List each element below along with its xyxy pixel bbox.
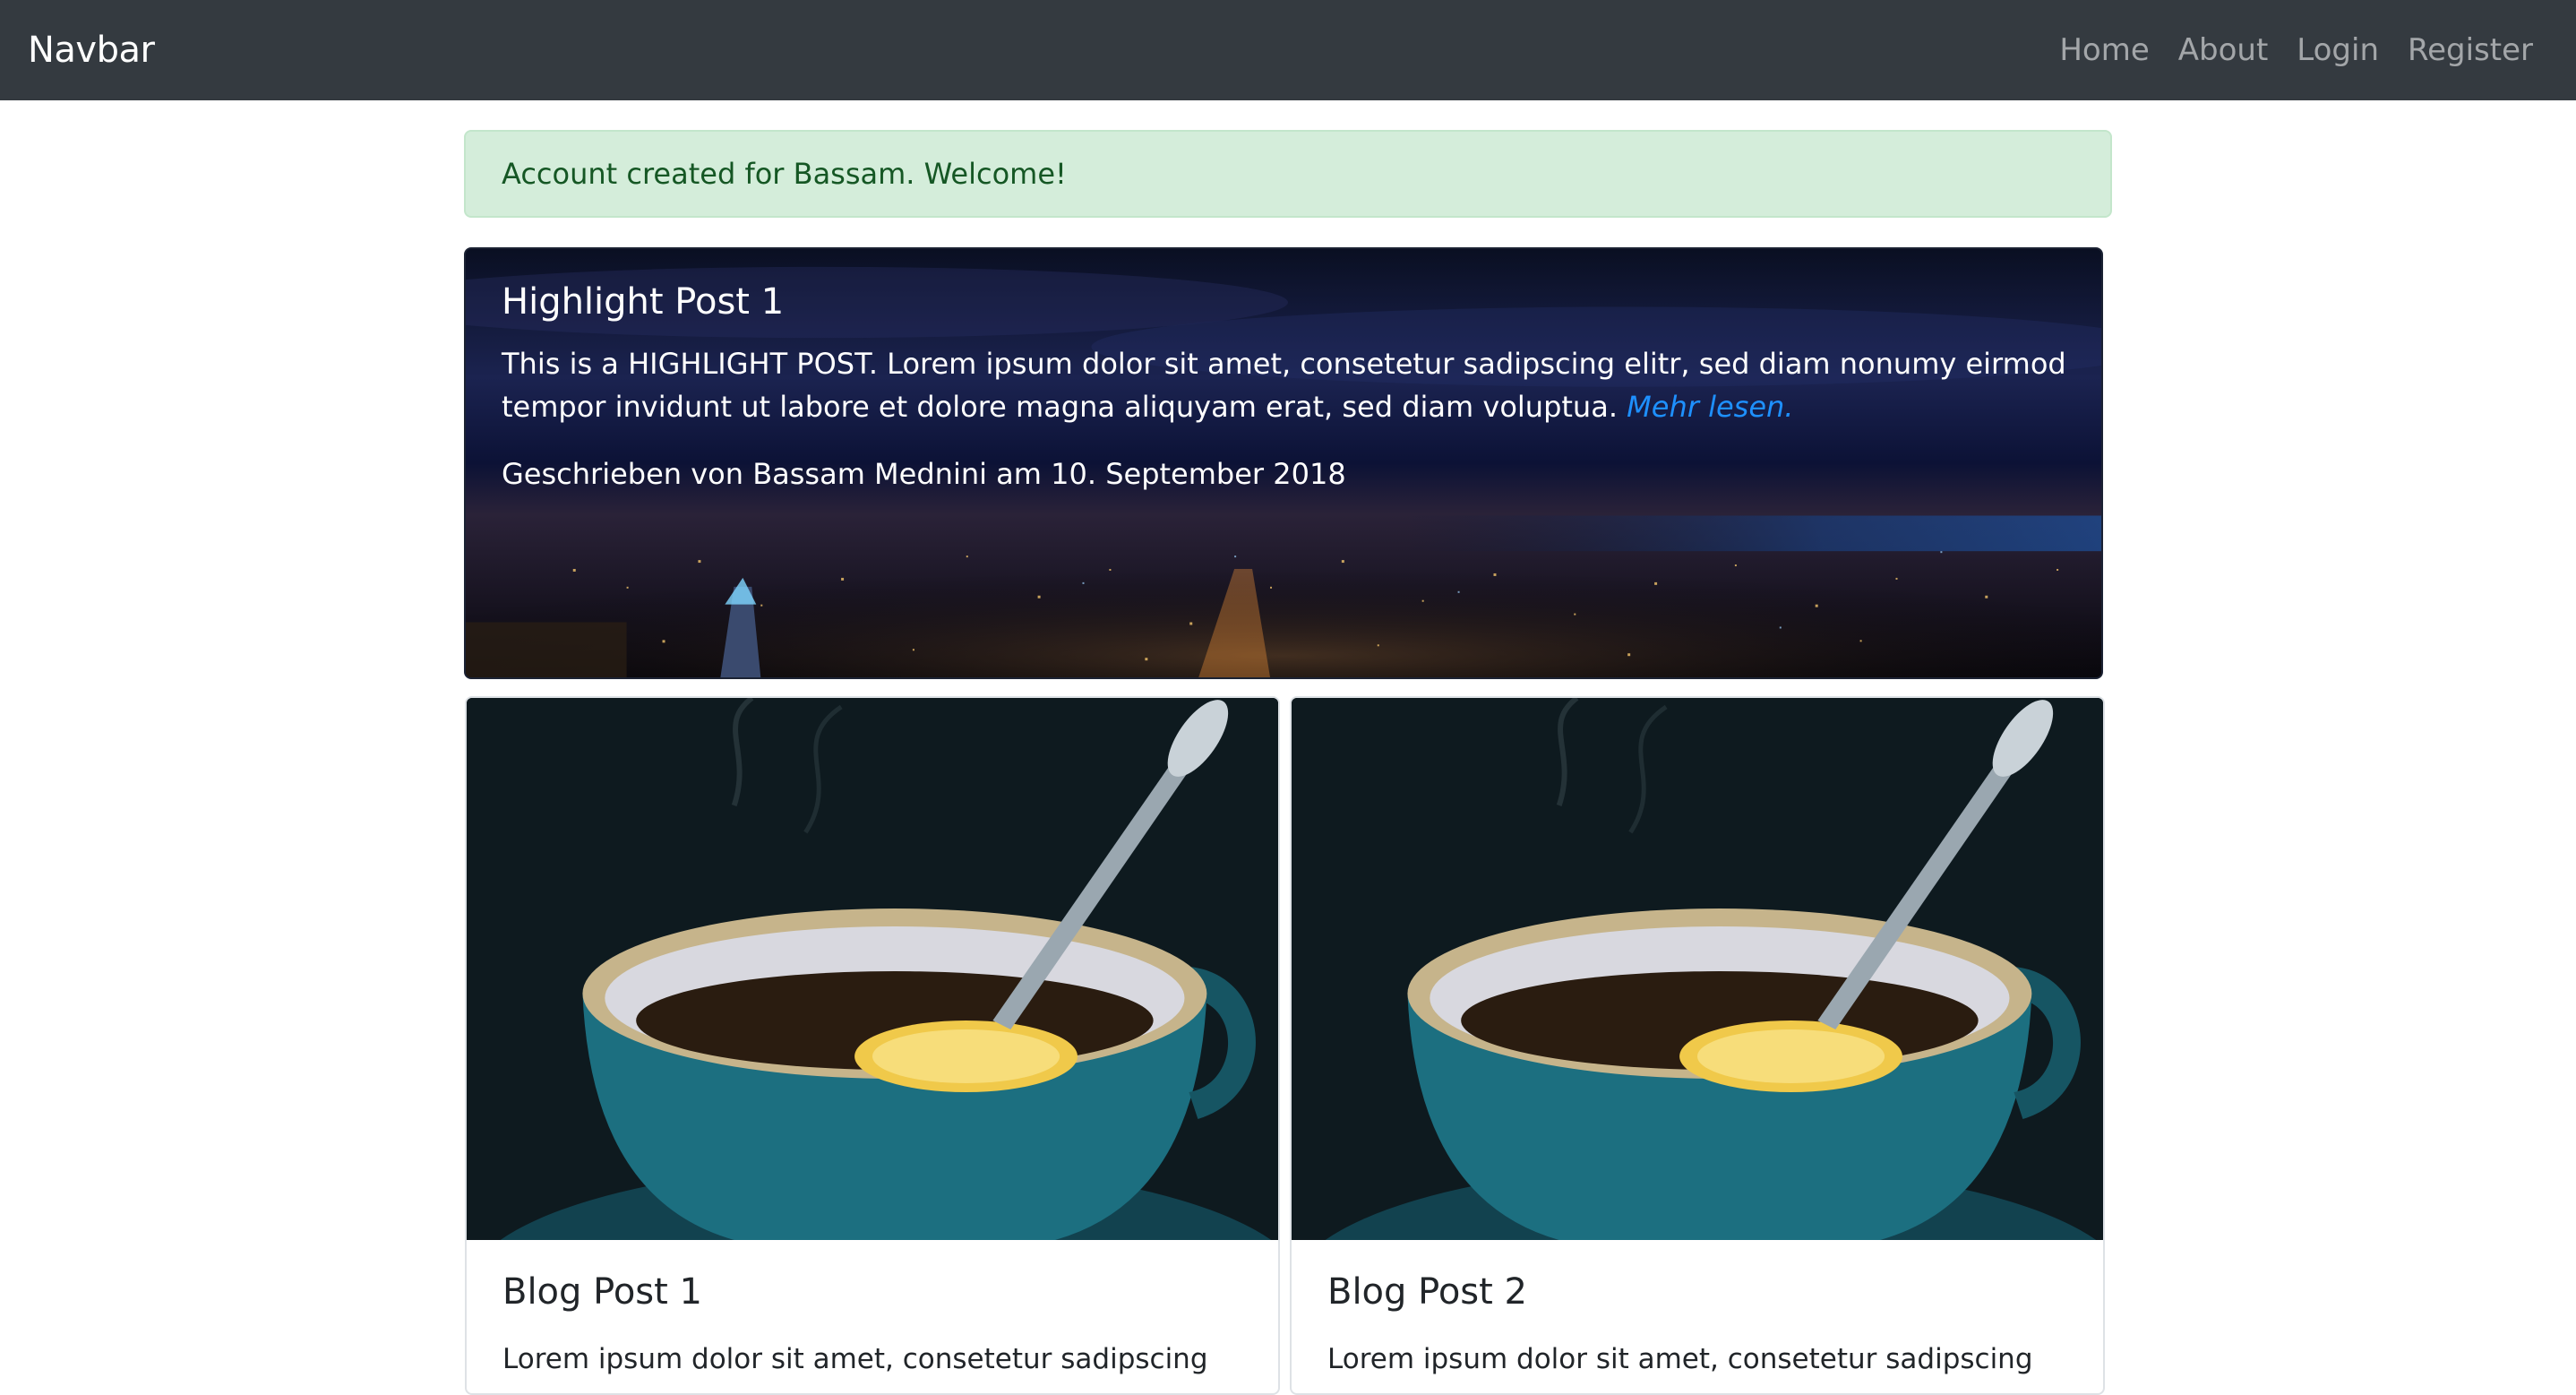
nav-link-login[interactable]: Login [2297, 32, 2379, 68]
highlight-post-body: Highlight Post 1 This is a HIGHLIGHT POS… [502, 281, 2078, 491]
navbar-brand[interactable]: Navbar [28, 0, 155, 100]
nav-links: Home About Login Register [2059, 0, 2533, 100]
tea-cup-illustration [467, 698, 1278, 1240]
highlight-post-excerpt: This is a HIGHLIGHT POST. Lorem ipsum do… [502, 347, 2066, 424]
nav-link-about[interactable]: About [2178, 32, 2269, 68]
blog-post-card-2[interactable]: Blog Post 2 Lorem ipsum dolor sit amet, … [1290, 696, 2105, 1395]
blog-post-excerpt: Lorem ipsum dolor sit amet, consetetur s… [1327, 1343, 2033, 1375]
tea-cup-illustration [1292, 698, 2103, 1240]
blog-post-title[interactable]: Blog Post 1 [502, 1271, 702, 1313]
blog-post-card-1[interactable]: Blog Post 1 Lorem ipsum dolor sit amet, … [465, 696, 1280, 1395]
nav-link-home[interactable]: Home [2059, 32, 2149, 68]
tea-cup-image [1292, 698, 2103, 1240]
read-more-link[interactable]: Mehr lesen. [1627, 390, 1793, 424]
blog-post-title[interactable]: Blog Post 2 [1327, 1271, 1527, 1313]
nav-link-register[interactable]: Register [2408, 32, 2533, 68]
blog-post-excerpt: Lorem ipsum dolor sit amet, consetetur s… [502, 1343, 1208, 1375]
highlight-post-meta: Geschrieben von Bassam Mednini am 10. Se… [502, 457, 1346, 491]
alert-message: Account created for Bassam. Welcome! [502, 157, 1067, 191]
success-alert: Account created for Bassam. Welcome! [464, 130, 2112, 218]
highlight-post-card[interactable]: Highlight Post 1 This is a HIGHLIGHT POS… [464, 247, 2103, 679]
highlight-post-title: Highlight Post 1 [502, 281, 785, 323]
highlight-post-text: This is a HIGHLIGHT POST. Lorem ipsum do… [502, 342, 2078, 428]
tea-cup-image [467, 698, 1278, 1240]
navbar: Navbar Home About Login Register [0, 0, 2576, 100]
